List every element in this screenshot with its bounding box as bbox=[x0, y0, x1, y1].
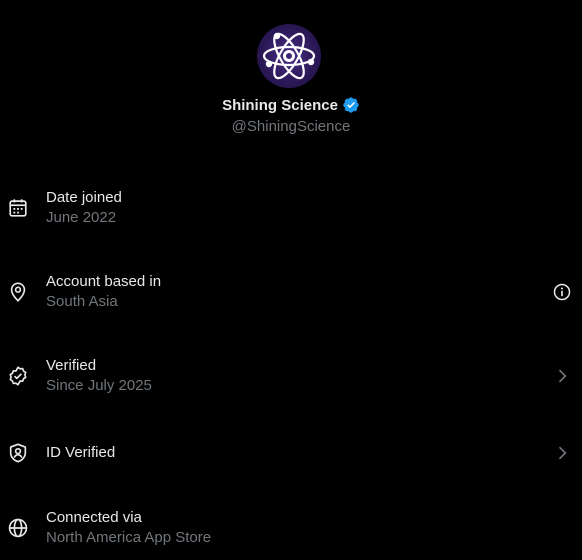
display-name: Shining Science bbox=[222, 96, 338, 114]
user-handle: @ShiningScience bbox=[231, 118, 351, 135]
verified-check-icon bbox=[9, 366, 27, 386]
avatar[interactable] bbox=[257, 24, 321, 88]
globe-icon bbox=[8, 518, 28, 538]
row-label: Date joined bbox=[46, 189, 122, 206]
row-value: South Asia bbox=[46, 293, 118, 310]
row-value: North America App Store bbox=[46, 529, 212, 546]
info-row-connected-via: Connected via North America App Store bbox=[0, 486, 582, 560]
info-icon[interactable] bbox=[552, 282, 572, 302]
row-label: Connected via bbox=[46, 509, 142, 526]
info-row-account-based-in: Account based in South Asia bbox=[0, 250, 582, 334]
atom-icon bbox=[262, 32, 316, 80]
chevron-right-icon[interactable] bbox=[552, 443, 572, 463]
row-label: Account based in bbox=[46, 273, 162, 290]
verified-badge-icon[interactable] bbox=[342, 96, 360, 114]
info-row-verified[interactable]: Verified Since July 2025 bbox=[0, 334, 582, 418]
row-label: Verified bbox=[46, 357, 97, 374]
info-row-id-verified[interactable]: ID Verified bbox=[0, 411, 582, 495]
location-pin-icon bbox=[10, 282, 26, 302]
display-name-row: Shining Science bbox=[0, 96, 582, 114]
row-label: ID Verified bbox=[46, 444, 116, 461]
calendar-icon bbox=[9, 199, 27, 217]
info-row-date-joined: Date joined June 2022 bbox=[0, 166, 582, 250]
chevron-right-icon[interactable] bbox=[552, 366, 572, 386]
shield-person-icon bbox=[9, 443, 27, 463]
row-value: June 2022 bbox=[46, 209, 117, 226]
row-value: Since July 2025 bbox=[46, 377, 152, 394]
